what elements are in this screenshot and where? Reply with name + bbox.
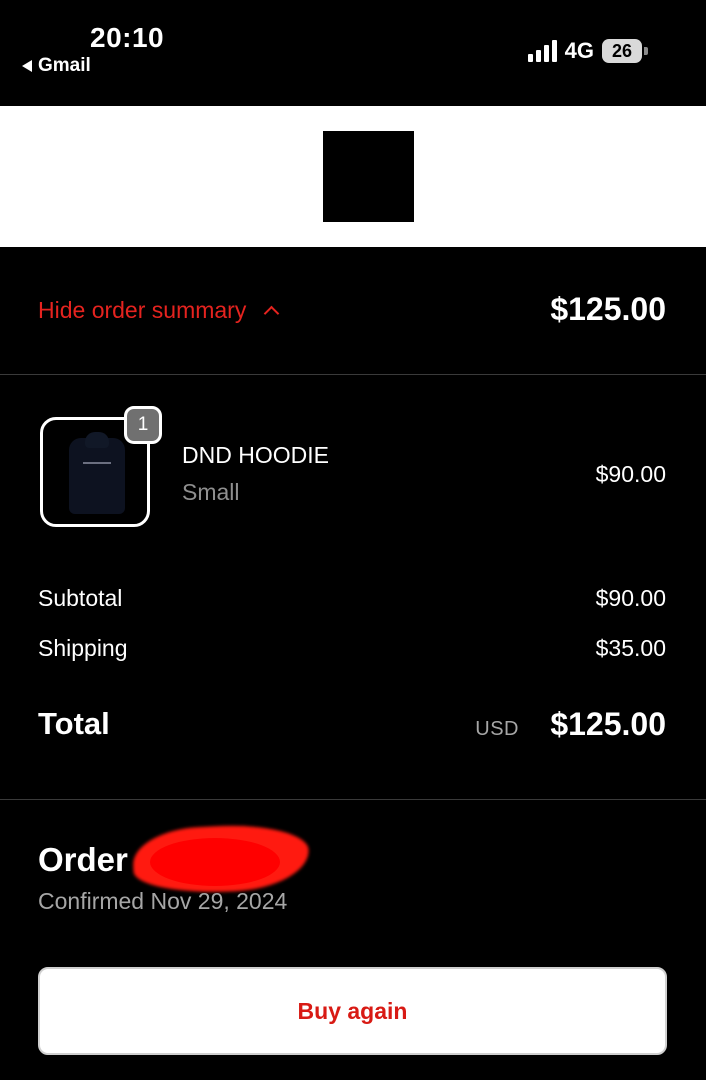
status-bar: 20:10 Gmail 4G 26	[0, 0, 706, 106]
hoodie-image	[69, 432, 125, 514]
subtotal-value: $90.00	[595, 585, 666, 611]
hide-order-summary-button[interactable]: Hide order summary	[38, 297, 280, 324]
back-to-app-link[interactable]: Gmail	[22, 55, 91, 77]
subtotal-label: Subtotal	[38, 585, 123, 611]
hide-order-summary-label: Hide order summary	[38, 297, 247, 323]
quantity-badge: 1	[124, 406, 162, 444]
battery-icon: 26	[602, 39, 648, 63]
signal-icon	[527, 40, 557, 62]
battery-level: 26	[602, 39, 642, 63]
order-summary-toggle[interactable]: Hide order summary $125.00	[0, 247, 706, 374]
divider	[0, 799, 706, 800]
back-app-label: Gmail	[38, 55, 91, 76]
order-title: Order	[38, 841, 128, 878]
product-price: $90.00	[595, 461, 666, 487]
shipping-label: Shipping	[38, 635, 128, 661]
shipping-value: $35.00	[595, 635, 666, 661]
total-label: Total	[38, 706, 110, 741]
buy-again-button[interactable]: Buy again	[38, 967, 667, 1055]
chevron-up-icon	[264, 305, 280, 322]
status-indicators: 4G 26	[527, 38, 648, 64]
store-logo[interactable]	[323, 131, 414, 222]
product-name: DND HOODIE	[182, 442, 329, 468]
product-variant: Small	[182, 479, 240, 505]
back-arrow-icon	[22, 60, 32, 72]
total-currency: USD	[475, 718, 519, 740]
network-type: 4G	[564, 38, 594, 63]
divider	[0, 374, 706, 375]
order-confirmed-date: Confirmed Nov 29, 2024	[38, 888, 288, 914]
summary-total: $125.00	[550, 291, 666, 327]
store-header	[0, 106, 706, 247]
status-time: 20:10	[90, 22, 165, 53]
order-number-redaction-core	[150, 838, 280, 886]
total-value: $125.00	[550, 706, 666, 742]
